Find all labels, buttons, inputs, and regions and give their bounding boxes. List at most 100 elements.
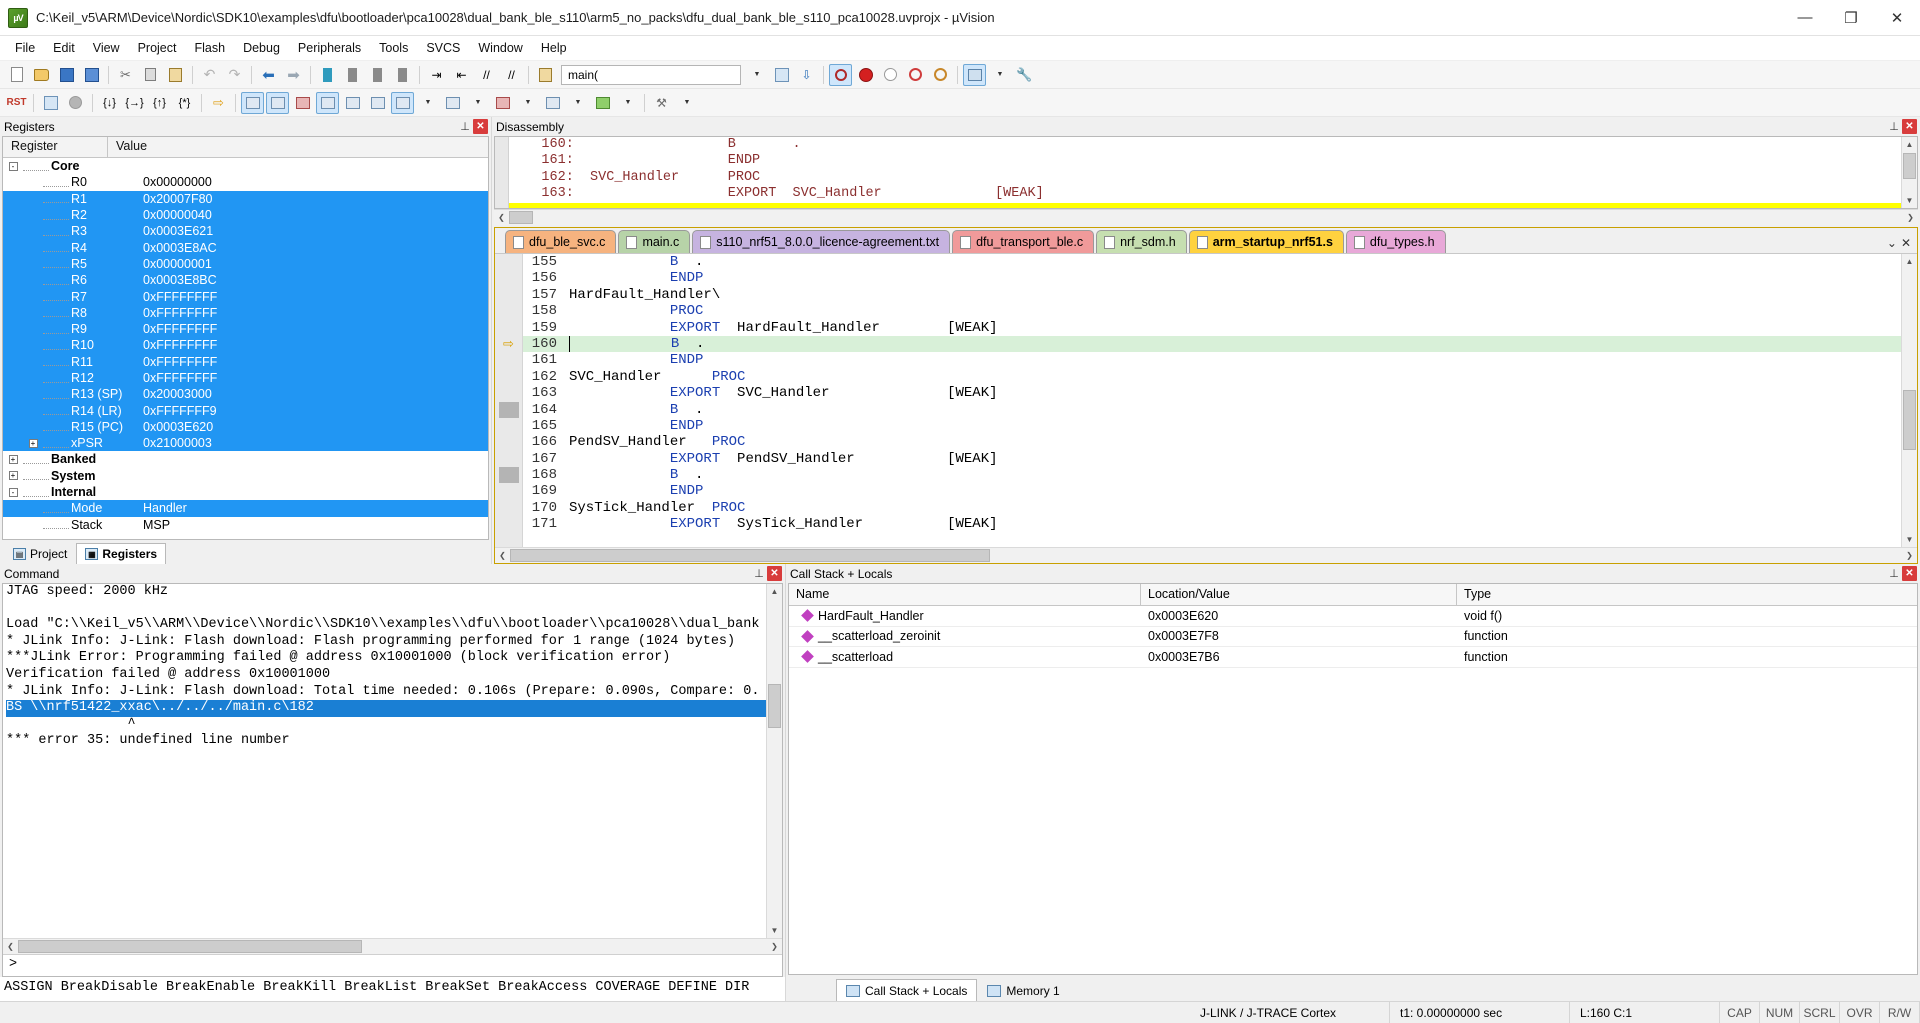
manage-windows-icon[interactable] <box>963 63 986 86</box>
function-combo[interactable]: main( <box>561 64 741 85</box>
comment-icon[interactable]: // <box>475 64 498 86</box>
editor-line[interactable]: 162 SVC_Handler PROC <box>523 369 1901 385</box>
editor-line[interactable]: 167 EXPORT PendSV_Handler [WEAK] <box>523 451 1901 467</box>
register-row[interactable]: R8 0xFFFFFFFF <box>3 304 488 321</box>
register-row[interactable]: R9 0xFFFFFFFF <box>3 320 488 338</box>
stop-icon[interactable] <box>64 92 87 114</box>
callstack-pin-icon[interactable]: ⊥ <box>1886 566 1902 582</box>
tree-expander-icon[interactable]: + <box>23 438 43 449</box>
registers-window-icon[interactable] <box>316 91 339 114</box>
editor-line[interactable]: 160 B . <box>523 335 1901 353</box>
editor-line[interactable]: 169 ENDP <box>523 483 1901 499</box>
symbols-window-icon[interactable] <box>291 92 314 114</box>
disassembly-code[interactable]: 160: B . 161: ENDP 162: SVC_Handler PROC… <box>509 137 1901 208</box>
cut-icon[interactable]: ✂ <box>114 64 137 86</box>
editor-line[interactable]: 171 EXPORT SysTick_Handler [WEAK] <box>523 516 1901 532</box>
open-file-icon[interactable] <box>30 64 53 86</box>
editor-gutter-cell[interactable] <box>495 516 522 532</box>
callstack-row-list[interactable]: HardFault_Handler 0x0003E620 void f() __sca… <box>789 606 1917 668</box>
tab-close-icon[interactable]: ✕ <box>1901 236 1911 250</box>
editor-gutter[interactable]: ⇨ <box>495 254 523 547</box>
menu-debug[interactable]: Debug <box>234 38 289 58</box>
menu-peripherals[interactable]: Peripherals <box>289 38 370 58</box>
bookmark-marker-icon[interactable] <box>498 401 519 418</box>
memory-window-icon[interactable] <box>391 91 414 114</box>
navigate-back-icon[interactable]: ⬅ <box>257 64 280 86</box>
register-row[interactable]: R6 0x0003E8BC <box>3 272 488 289</box>
memory-window-arrow[interactable]: ▼ <box>416 92 439 114</box>
editor-gutter-cell[interactable] <box>495 369 522 385</box>
register-row[interactable]: R11 0xFFFFFFFF <box>3 353 488 370</box>
editor-gutter-cell[interactable] <box>495 401 522 418</box>
redo-icon[interactable]: ↷ <box>223 64 246 86</box>
editor-tab[interactable]: dfu_types.h <box>1345 230 1446 253</box>
disassembly-line[interactable]: 161: ENDP <box>509 153 1901 169</box>
editor-line[interactable]: 165 ENDP <box>523 418 1901 434</box>
disassembly-scroll-left-icon[interactable]: ❮ <box>494 213 509 222</box>
maximize-button[interactable]: ❐ <box>1828 1 1874 35</box>
tab-list-dropdown-icon[interactable]: ⌄ <box>1887 236 1897 250</box>
callstack-row[interactable]: __scatterload 0x0003E7B6 function <box>789 647 1917 668</box>
editor-line[interactable]: 166 PendSV_Handler PROC <box>523 434 1901 450</box>
tree-expander-icon[interactable]: - <box>3 487 23 498</box>
command-window-icon[interactable] <box>241 91 264 114</box>
run-icon[interactable] <box>39 92 62 114</box>
indent-icon[interactable]: ⇥ <box>425 64 448 86</box>
uncomment-icon[interactable]: // <box>500 64 523 86</box>
disable-all-breakpoints-icon[interactable] <box>904 64 927 86</box>
editor-tab-bar[interactable]: dfu_ble_svc.c main.c s110_nrf51_8.0.0_lice… <box>495 228 1917 254</box>
register-row[interactable]: R13 (SP) 0x20003000 <box>3 386 488 403</box>
menu-svcs[interactable]: SVCS <box>417 38 469 58</box>
editor-line[interactable]: 156 ENDP <box>523 270 1901 286</box>
editor-tab[interactable]: dfu_transport_ble.c <box>952 230 1095 253</box>
editor-gutter-cell[interactable] <box>495 418 522 434</box>
editor-scroll-down-icon[interactable]: ▼ <box>1902 532 1917 547</box>
register-row[interactable]: + Banked <box>3 451 488 467</box>
bookmark-marker-icon[interactable] <box>498 467 519 484</box>
menu-edit[interactable]: Edit <box>44 38 84 58</box>
command-input[interactable]: > <box>3 954 782 976</box>
system-viewer-arrow[interactable]: ▼ <box>616 92 639 114</box>
register-row[interactable]: - Core <box>3 158 488 174</box>
minimize-button[interactable]: — <box>1782 1 1828 35</box>
disassembly-scroll-up-icon[interactable]: ▲ <box>1902 137 1917 152</box>
editor-gutter-cell[interactable] <box>495 254 522 270</box>
disassembly-vscrollbar[interactable]: ▲ ▼ <box>1901 137 1917 208</box>
disassembly-line[interactable]: 162: SVC_Handler PROC <box>509 170 1901 186</box>
editor-gutter-cell[interactable] <box>495 287 522 303</box>
editor-gutter-cell[interactable] <box>495 483 522 499</box>
disassembly-hscrollbar[interactable]: ❮ ❯ <box>494 209 1918 225</box>
configure-tools-icon[interactable]: 🔧 <box>1013 64 1036 86</box>
register-row[interactable]: R15 (PC) 0x0003E620 <box>3 418 488 436</box>
debug-session-icon[interactable] <box>829 63 852 86</box>
register-row[interactable]: R3 0x0003E621 <box>3 223 488 240</box>
command-scroll-up-icon[interactable]: ▲ <box>767 584 782 599</box>
watch-window-icon[interactable] <box>366 92 389 114</box>
command-pin-icon[interactable]: ⊥ <box>751 566 767 582</box>
register-row[interactable]: Stack MSP <box>3 517 488 533</box>
command-scroll-down-icon[interactable]: ▼ <box>767 923 782 938</box>
serial-window-icon[interactable] <box>441 92 464 114</box>
editor-gutter-cell[interactable]: ⇨ <box>495 336 522 352</box>
editor-scroll-right-icon[interactable]: ❯ <box>1902 551 1917 560</box>
register-row[interactable]: Mode Handler <box>3 500 488 517</box>
disassembly-scroll-down-icon[interactable]: ▼ <box>1902 193 1917 208</box>
close-button[interactable]: ✕ <box>1874 1 1920 35</box>
command-hscrollbar[interactable]: ❮ ❯ <box>3 938 782 954</box>
menu-file[interactable]: File <box>6 38 44 58</box>
registers-row-list[interactable]: - Core R0 0x00000000 R1 0x20007F80 R2 0x0000004… <box>3 158 488 539</box>
menu-window[interactable]: Window <box>469 38 531 58</box>
register-row[interactable]: R7 0xFFFFFFFF <box>3 288 488 305</box>
insert-file-icon[interactable] <box>770 64 793 86</box>
register-row[interactable]: R4 0x0003E8AC <box>3 239 488 256</box>
copy-icon[interactable] <box>139 64 162 86</box>
serial-window-arrow[interactable]: ▼ <box>466 92 489 114</box>
disassembly-close-icon[interactable]: ✕ <box>1902 119 1917 134</box>
next-bookmark-icon[interactable] <box>366 64 389 86</box>
find-in-files-icon[interactable] <box>534 64 557 86</box>
editor-tab[interactable]: main.c <box>618 230 691 253</box>
menu-tools[interactable]: Tools <box>370 38 417 58</box>
new-file-icon[interactable] <box>5 64 28 86</box>
pin-icon[interactable]: ⊥ <box>457 119 473 135</box>
trace-window-icon[interactable] <box>541 92 564 114</box>
